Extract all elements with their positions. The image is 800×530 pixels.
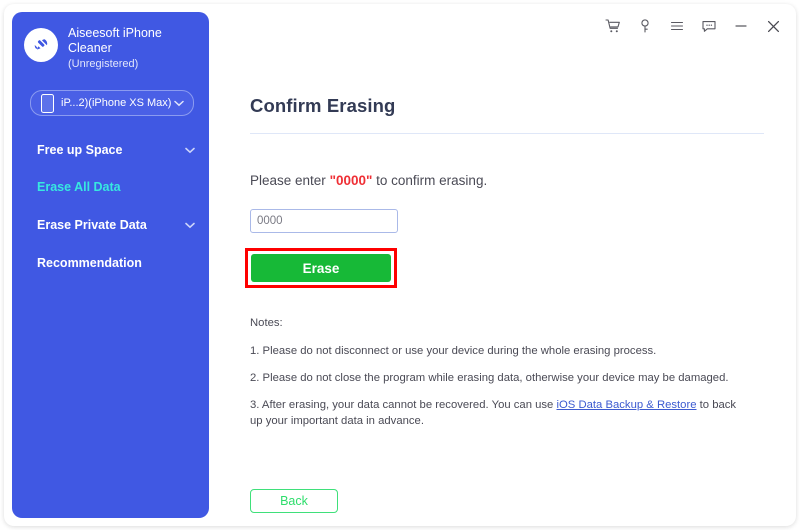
notes-heading: Notes: [250, 317, 283, 329]
confirm-code: "0000" [329, 173, 373, 188]
note-item-3: 3. After erasing, your data cannot be re… [250, 397, 740, 429]
brand-row: Aiseesoft iPhone Cleaner (Unregistered) [24, 26, 162, 71]
chevron-down-icon [185, 222, 195, 229]
notes-section: Notes: 1. Please do not disconnect or us… [250, 315, 740, 429]
sidebar-item-label: Erase Private Data [37, 218, 147, 232]
back-button[interactable]: Back [250, 489, 338, 513]
page-title: Confirm Erasing [250, 95, 396, 116]
confirm-code-input[interactable] [250, 209, 398, 233]
sidebar-item-erase-all-data[interactable]: Erase All Data [12, 174, 209, 200]
chevron-down-icon [174, 100, 184, 107]
sidebar-item-label: Free up Space [37, 143, 123, 157]
sidebar-item-label: Erase All Data [37, 180, 121, 194]
chevron-down-icon [185, 147, 195, 154]
device-selector-label: iP...2)(iPhone XS Max) [61, 97, 172, 109]
brand-text: Aiseesoft iPhone Cleaner (Unregistered) [68, 26, 162, 71]
main-content: Confirm Erasing Please enter "0000" to c… [209, 12, 788, 518]
confirm-suffix: to confirm erasing. [372, 173, 488, 188]
sidebar-item-recommendation[interactable]: Recommendation [12, 250, 209, 276]
sidebar: Aiseesoft iPhone Cleaner (Unregistered) … [12, 12, 209, 518]
sidebar-item-label: Recommendation [37, 256, 142, 270]
broom-cleaner-icon [24, 28, 58, 62]
application-window: Aiseesoft iPhone Cleaner (Unregistered) … [4, 4, 796, 526]
ios-data-backup-restore-link[interactable]: iOS Data Backup & Restore [556, 399, 696, 411]
app-name-line2: Cleaner [68, 41, 112, 56]
note-item-2: 2. Please do not close the program while… [250, 372, 729, 385]
app-name-line1: Aiseesoft iPhone [68, 26, 162, 40]
sidebar-item-free-up-space[interactable]: Free up Space [12, 137, 209, 163]
phone-icon [41, 93, 54, 113]
sidebar-item-erase-private-data[interactable]: Erase Private Data [12, 212, 209, 238]
confirm-prefix: Please enter [250, 173, 330, 188]
device-selector[interactable]: iP...2)(iPhone XS Max) [30, 90, 194, 116]
erase-button[interactable]: Erase [251, 254, 391, 282]
note-item-1: 1. Please do not disconnect or use your … [250, 345, 657, 358]
registration-status: (Unregistered) [68, 57, 139, 70]
note-3-text-before: 3. After erasing, your data cannot be re… [250, 399, 557, 412]
confirm-instruction: Please enter "0000" to confirm erasing. [250, 173, 487, 188]
title-divider [250, 133, 764, 134]
